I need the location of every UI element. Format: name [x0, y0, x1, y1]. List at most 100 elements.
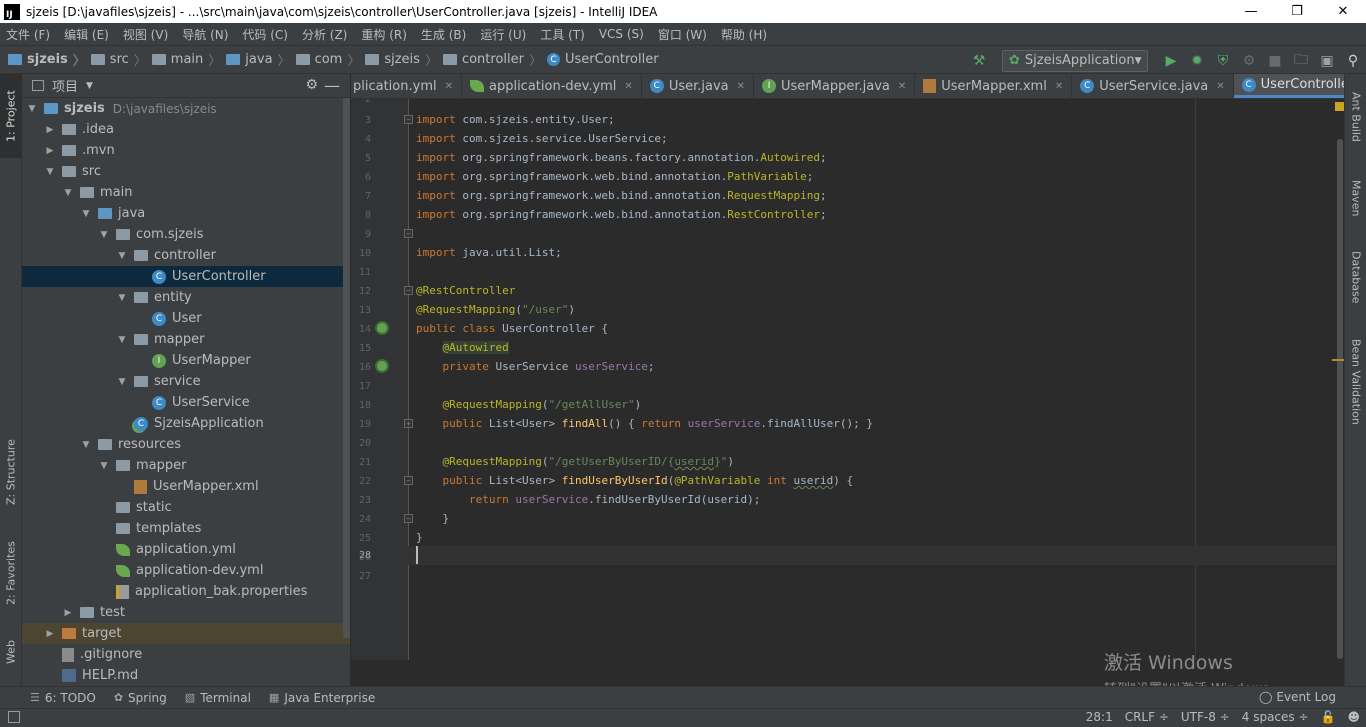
editor-gutter[interactable]: 2 3 4 5 6 7 8 9 10 11 12 13 14 15 16 17 … [351, 99, 413, 660]
breadcrumb-usercontroller[interactable]: C UserController [547, 52, 659, 67]
menu-analyze[interactable]: 分析 (Z) [302, 26, 347, 43]
tool-tab-spring[interactable]: ✿ Spring [114, 691, 167, 705]
minimize-button[interactable]: — [1228, 0, 1274, 23]
tree-item-sjzeis[interactable]: ▼ sjzeis D:\javafiles\sjzeis [22, 98, 350, 119]
tool-tab-ant-build[interactable]: Ant Build [1345, 80, 1366, 154]
tab-usermapper-java[interactable]: I UserMapper.java ✕ [754, 74, 916, 98]
tool-tab-favorites[interactable]: 2: Favorites [0, 529, 22, 617]
code-editor[interactable]: 2 3 4 5 6 7 8 9 10 11 12 13 14 15 16 17 … [351, 99, 1344, 660]
stop-icon[interactable]: ■ [1262, 50, 1288, 72]
run-configuration-select[interactable]: ✿ SjzeisApplication ▼ [1002, 49, 1148, 72]
close-button[interactable]: ✕ [1320, 0, 1366, 23]
tree-item-controller[interactable]: ▼ controller [22, 245, 350, 266]
menu-help[interactable]: 帮助 (H) [721, 26, 767, 43]
tab-application-yml[interactable]: plication.yml ✕ [351, 74, 462, 98]
autowired-gutter-icon[interactable] [375, 359, 389, 373]
tree-item-service[interactable]: ▼ service [22, 371, 350, 392]
warning-marker[interactable] [1332, 359, 1344, 361]
tree-item-mvn[interactable]: ▶ .mvn [22, 140, 350, 161]
tree-item-usermapper-xml[interactable]: UserMapper.xml [22, 476, 350, 497]
menu-navigate[interactable]: 导航 (N) [182, 26, 228, 43]
breadcrumb-controller[interactable]: controller 〉 [442, 50, 547, 69]
chevron-down-icon[interactable]: ▼ [26, 104, 38, 114]
tree-item-usermapper[interactable]: I UserMapper [22, 350, 350, 371]
tree-item-userservice[interactable]: C UserService [22, 392, 350, 413]
tab-usercontroller-java[interactable]: CUserController.java✕ [1233, 74, 1344, 98]
file-encoding[interactable]: UTF-8 ÷ [1181, 710, 1230, 724]
tree-item-mapper[interactable]: ▼ mapper [22, 329, 350, 350]
tree-item-resources-mapper[interactable]: ▼ mapper [22, 455, 350, 476]
inspection-status-icon[interactable] [1335, 102, 1344, 111]
menu-vcs[interactable]: VCS (S) [599, 27, 644, 41]
coverage-icon[interactable]: ⛨ [1210, 50, 1236, 72]
run-icon[interactable]: ▶ [1158, 50, 1184, 72]
tab-usermapper-xml[interactable]: UserMapper.xml ✕ [915, 74, 1073, 98]
tree-item-templates[interactable]: templates [22, 518, 350, 539]
hector-icon[interactable]: ☻ [1347, 710, 1360, 724]
menu-edit[interactable]: 编辑 (E) [64, 26, 109, 43]
chevron-down-icon[interactable]: ▼ [62, 188, 74, 198]
tab-user-java[interactable]: C User.java ✕ [642, 74, 755, 98]
close-icon[interactable]: ✕ [624, 81, 632, 92]
menu-refactor[interactable]: 重构 (R) [361, 26, 407, 43]
event-log-button[interactable]: ◯ Event Log [1259, 690, 1336, 704]
project-scrollbar[interactable] [343, 98, 350, 638]
menu-build[interactable]: 生成 (B) [421, 26, 466, 43]
breadcrumb-sjzeis[interactable]: sjzeis 〉 [8, 50, 91, 69]
gear-icon[interactable]: ⚙ [305, 77, 318, 93]
chevron-down-icon[interactable]: ▼ [86, 81, 93, 91]
editor-scrollbar-thumb[interactable] [1337, 139, 1343, 659]
breadcrumb-src[interactable]: src 〉 [90, 50, 152, 69]
tree-item-src[interactable]: ▼ src [22, 161, 350, 182]
tree-item-application-dev-yml[interactable]: application-dev.yml [22, 560, 350, 581]
chevron-down-icon[interactable]: ▼ [44, 167, 56, 177]
tree-item-com-sjzeis[interactable]: ▼ com.sjzeis [22, 224, 350, 245]
caret-position[interactable]: 28:1 [1086, 710, 1113, 724]
tree-item-idea[interactable]: ▶ .idea [22, 119, 350, 140]
build-hammer-icon[interactable]: ⚒ [966, 50, 992, 72]
tool-tab-java-enterprise[interactable]: ▦ Java Enterprise [269, 691, 375, 705]
chevron-right-icon[interactable]: ▶ [44, 146, 56, 156]
breadcrumb-java[interactable]: java 〉 [226, 50, 295, 69]
tool-tab-maven[interactable]: Maven [1345, 170, 1366, 226]
tree-item-entity[interactable]: ▼ entity [22, 287, 350, 308]
breadcrumb-sjzeis-pkg[interactable]: sjzeis 〉 [365, 50, 443, 69]
tree-item-help-md[interactable]: HELP.md [22, 665, 350, 686]
tool-tab-terminal[interactable]: ▧ Terminal [185, 691, 251, 705]
maximize-button[interactable]: ❐ [1274, 0, 1320, 23]
tool-window-toggle-icon[interactable] [8, 711, 20, 723]
chevron-down-icon[interactable]: ▼ [80, 440, 92, 450]
close-icon[interactable]: ✕ [1055, 81, 1063, 92]
tree-item-test[interactable]: ▶ test [22, 602, 350, 623]
tool-tab-database[interactable]: Database [1345, 242, 1366, 312]
tree-item-application-bak-properties[interactable]: application_bak.properties [22, 581, 350, 602]
tree-item-static[interactable]: static [22, 497, 350, 518]
tool-tab-project[interactable]: 1: Project [0, 74, 22, 158]
breadcrumb-com[interactable]: com 〉 [295, 50, 366, 69]
chevron-right-icon[interactable]: ▶ [44, 125, 56, 135]
close-icon[interactable]: ✕ [1216, 81, 1224, 92]
menu-view[interactable]: 视图 (V) [123, 26, 168, 43]
tree-item-application-yml[interactable]: application.yml [22, 539, 350, 560]
profile-icon[interactable]: ⚙ [1236, 50, 1262, 72]
layout-icon[interactable]: ▣ [1314, 50, 1340, 72]
chevron-down-icon[interactable]: ▼ [116, 377, 128, 387]
tree-item-java[interactable]: ▼ java [22, 203, 350, 224]
lock-icon[interactable]: 🔓 [1321, 710, 1336, 724]
tree-item-resources[interactable]: ▼ resources [22, 434, 350, 455]
tool-tab-bean-validation[interactable]: Bean Validation [1345, 330, 1366, 434]
code-area[interactable]: import com.sjzeis.entity.User; import co… [408, 99, 1344, 660]
tool-tab-web[interactable]: Web [0, 626, 22, 678]
close-icon[interactable]: ✕ [445, 81, 453, 92]
chevron-down-icon[interactable]: ▼ [98, 230, 110, 240]
chevron-right-icon[interactable]: ▶ [44, 629, 56, 639]
hide-panel-icon[interactable]: — [324, 76, 340, 95]
chevron-down-icon[interactable]: ▼ [80, 209, 92, 219]
tree-item-sjzeisapplication[interactable]: C SjzeisApplication [22, 413, 350, 434]
indent-setting[interactable]: 4 spaces ÷ [1242, 710, 1309, 724]
search-everywhere-icon[interactable]: ⚲ [1340, 50, 1366, 72]
chevron-down-icon[interactable]: ▼ [116, 293, 128, 303]
close-icon[interactable]: ✕ [737, 81, 745, 92]
chevron-down-icon[interactable]: ▼ [116, 251, 128, 261]
close-icon[interactable]: ✕ [898, 81, 906, 92]
